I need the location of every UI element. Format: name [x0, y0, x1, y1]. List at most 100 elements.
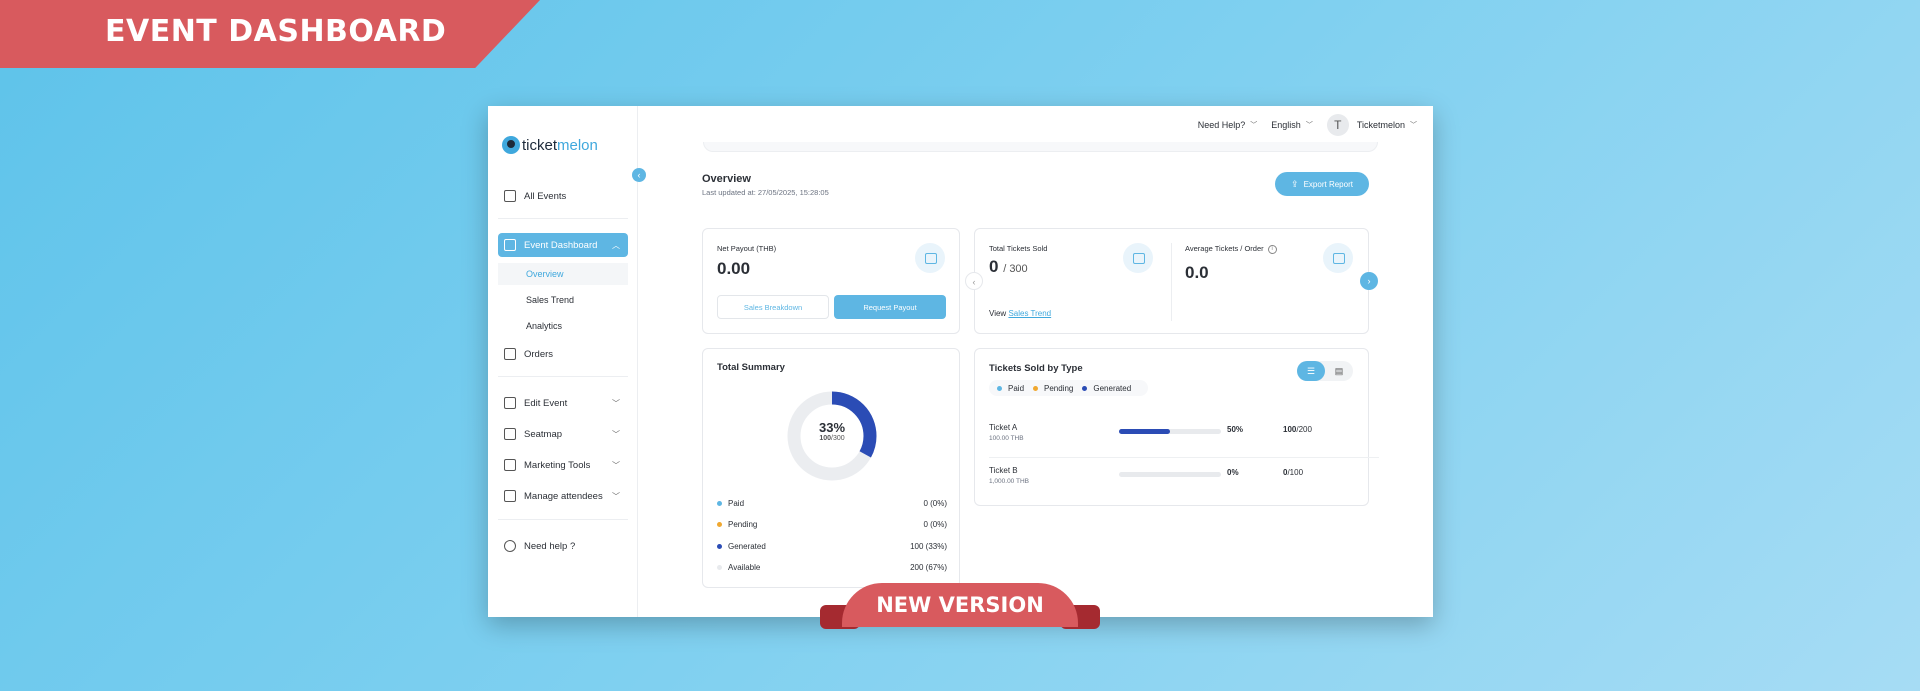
list-view-icon[interactable]: ☰ [1297, 361, 1325, 381]
logo-text: ticketmelon [522, 136, 598, 154]
ticket-price: 100.00 THB [989, 435, 1024, 442]
ticket-price: 1,000.00 THB [989, 478, 1029, 485]
legend-dot [717, 522, 722, 527]
edit-calendar-icon [504, 397, 516, 409]
sales-trend-link[interactable]: Sales Trend [1008, 309, 1051, 318]
ticket-count: 0/100 [1283, 468, 1304, 477]
banner-title: EVENT DASHBOARD [105, 14, 447, 49]
sidebar-item-edit-event[interactable]: Edit Event ﹀ [498, 391, 628, 415]
calendar-icon [504, 190, 516, 202]
orders-icon [504, 348, 516, 360]
export-report-button[interactable]: ⇪ Export Report [1275, 172, 1369, 196]
account-menu[interactable]: T Ticketmelon ﹀ [1326, 114, 1417, 136]
chevron-down-icon: ﹀ [1250, 122, 1258, 129]
ticket-percent: 0% [1227, 468, 1239, 477]
donut-percent: 33% [818, 420, 846, 435]
legend-dot [717, 500, 722, 506]
sidebar-item-seatmap[interactable]: Seatmap ﹀ [498, 422, 628, 446]
divider [498, 519, 628, 520]
app-window: ticketmelon All Events Event Dashboard ︿… [488, 106, 1433, 617]
total-tickets-label: Total Tickets Sold [989, 244, 1048, 253]
sidebar-item-orders[interactable]: Orders [498, 342, 628, 366]
request-payout-button[interactable]: Request Payout [834, 295, 946, 319]
chevron-down-icon: ﹀ [612, 429, 620, 439]
total-summary-title: Total Summary [717, 362, 785, 373]
legend-dot [1082, 385, 1088, 391]
badge-label: NEW VERSION [842, 583, 1078, 627]
legend-item: Pending [1033, 384, 1073, 393]
table-view-icon[interactable]: ▤ [1325, 361, 1353, 381]
summary-row: Generated 100 (33%) [717, 539, 947, 553]
view-sales-trend: View Sales Trend [989, 309, 1052, 318]
receipt-icon [1323, 243, 1353, 273]
help-icon [504, 540, 516, 552]
sidebar-item-manage-attendees[interactable]: Manage attendees ﹀ [498, 484, 628, 508]
last-updated-text: Last updated at: 27/05/2025, 15:28:05 [702, 188, 829, 197]
legend-item: Generated [1082, 384, 1131, 393]
upload-icon: ⇪ [1291, 178, 1299, 189]
legend-item: Paid [997, 384, 1024, 393]
legend-dot [717, 565, 722, 570]
chevron-down-icon: ﹀ [612, 491, 620, 501]
progress-track [1119, 472, 1221, 477]
progress-fill [1119, 429, 1170, 434]
seat-icon [504, 428, 516, 440]
sidebar-item-all-events[interactable]: All Events [498, 184, 628, 208]
page-title: Overview [702, 173, 751, 185]
collapse-sidebar-button[interactable]: ‹ [632, 168, 646, 182]
sidebar-subitem-analytics[interactable]: Analytics [498, 315, 628, 337]
ticket-icon [1123, 243, 1153, 273]
sidebar-subitem-overview[interactable]: Overview [498, 263, 628, 285]
avatar: T [1326, 114, 1349, 136]
tab-strip [703, 142, 1378, 152]
avg-tickets-label: Average Tickets / Order i [1185, 244, 1277, 254]
carousel-prev-button[interactable]: ‹ [965, 272, 983, 290]
ticket-percent: 50% [1227, 425, 1244, 434]
new-version-badge: NEW VERSION [820, 583, 1100, 633]
discount-icon [504, 459, 516, 471]
tickets-by-type-title: Tickets Sold by Type [989, 363, 1083, 374]
chevron-down-icon: ﹀ [612, 398, 620, 408]
net-payout-card: Net Payout (THB) 0.00 Sales Breakdown Re… [702, 228, 960, 334]
chart-icon [504, 239, 516, 251]
sidebar-subitem-sales-trend[interactable]: Sales Trend [498, 289, 628, 311]
ticket-row: Ticket B 1,000.00 THB 0% 0/100 [989, 466, 1379, 506]
progress-track [1119, 429, 1221, 434]
sidebar: ticketmelon All Events Event Dashboard ︿… [488, 106, 638, 617]
attendee-icon [504, 490, 516, 502]
sidebar-item-event-dashboard[interactable]: Event Dashboard ︿ [498, 233, 628, 257]
info-icon: i [1267, 244, 1277, 254]
need-help-menu[interactable]: Need Help? ﹀ [1198, 120, 1258, 130]
ticket-name: Ticket A [989, 423, 1018, 432]
tickets-by-type-card: Tickets Sold by Type ☰ ▤ Paid Pending Gene… [974, 348, 1379, 506]
divider [1171, 243, 1172, 321]
legend-dot [717, 543, 722, 549]
net-payout-label: Net Payout (THB) [717, 244, 777, 253]
ticket-count: 100/200 [1283, 425, 1312, 434]
view-toggle[interactable]: ☰ ▤ [1297, 361, 1353, 381]
summary-value: 100 (33%) [910, 541, 947, 551]
total-tickets-value: 0 / 300 [989, 257, 1028, 276]
divider [989, 457, 1379, 458]
logo[interactable]: ticketmelon [502, 136, 598, 154]
chevron-up-icon: ︿ [612, 240, 620, 250]
sidebar-item-marketing-tools[interactable]: Marketing Tools ﹀ [498, 453, 628, 477]
summary-value: 0 (0%) [923, 498, 947, 508]
legend-dot [997, 385, 1002, 391]
sidebar-item-need-help[interactable]: Need help ? [498, 534, 628, 558]
net-payout-value: 0.00 [717, 259, 751, 278]
type-legend: Paid Pending Generated [989, 380, 1149, 396]
carousel-next-button[interactable]: › [1360, 272, 1378, 290]
divider [498, 218, 628, 219]
summary-value: 200 (67%) [910, 563, 947, 572]
chevron-down-icon: ﹀ [612, 460, 620, 470]
language-selector[interactable]: English ﹀ [1271, 120, 1313, 130]
topbar: Need Help? ﹀ English ﹀ T Ticketmelon ﹀ [1184, 114, 1417, 136]
donut-center: 33% 100/300 [792, 420, 872, 442]
sales-breakdown-button[interactable]: Sales Breakdown [717, 295, 829, 319]
total-summary-card: Total Summary 33% 100/300 Paid 0 (0%) Pend… [702, 348, 960, 588]
summary-row: Available 200 (67%) [717, 561, 947, 575]
chevron-down-icon: ﹀ [1410, 122, 1417, 129]
chevron-down-icon: ﹀ [1305, 122, 1313, 129]
divider [498, 376, 628, 377]
